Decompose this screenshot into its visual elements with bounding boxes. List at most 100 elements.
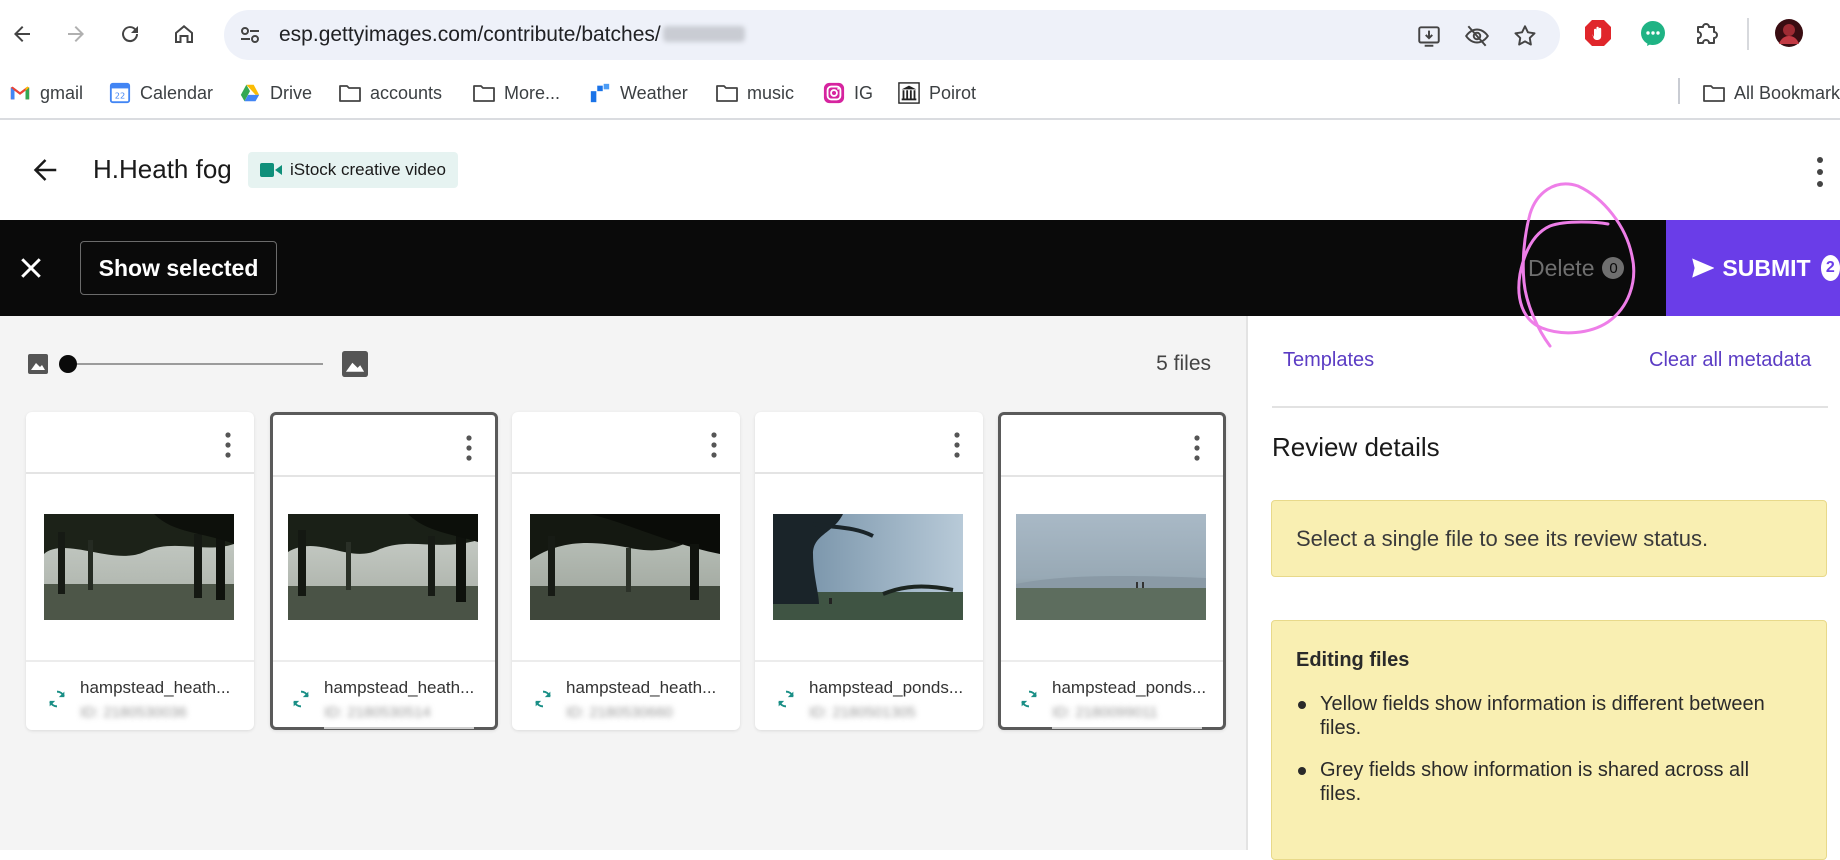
file-id-text: ID: 2180530514 — [324, 704, 431, 721]
card-menu-icon[interactable] — [1193, 435, 1201, 461]
file-id: ID: 2180099011 — [1052, 704, 1202, 729]
bookmark-gmail[interactable]: gmail — [8, 80, 83, 106]
card-menu-icon[interactable] — [465, 435, 473, 461]
more-options-icon[interactable] — [1810, 155, 1830, 189]
file-card[interactable]: hampstead_ponds... ID: 2180501305 — [755, 412, 983, 730]
bookmark-accounts[interactable]: accounts — [338, 80, 442, 106]
small-thumbnail-icon[interactable] — [28, 354, 48, 374]
back-icon[interactable] — [4, 16, 40, 52]
content-type-chip: iStock creative video — [248, 152, 458, 188]
review-status-message: Select a single file to see its review s… — [1296, 526, 1709, 551]
file-card[interactable]: hampstead_heath... ID: 2180530514 — [270, 412, 498, 730]
file-name: hampstead_ponds... — [1052, 678, 1207, 697]
gmail-icon — [8, 81, 32, 105]
bookmark-label: Calendar — [140, 82, 214, 103]
slider-thumb[interactable] — [59, 355, 77, 373]
delete-button[interactable]: Delete 0 — [1528, 248, 1625, 288]
bookmark-more[interactable]: More... — [472, 80, 560, 106]
all-bookmarks[interactable]: All Bookmarks — [1702, 80, 1840, 106]
video-thumbnail[interactable] — [288, 514, 478, 620]
file-id: ID: 2180501305 — [809, 704, 944, 721]
batch-header: H.Heath fog iStock creative video — [0, 122, 1840, 220]
submit-label: SUBMIT — [1722, 254, 1811, 281]
chat-extension-icon[interactable] — [1638, 18, 1668, 48]
weather-icon — [588, 81, 612, 105]
file-card[interactable]: hampstead_heath... ID: 2180530660 — [512, 412, 740, 730]
bookmark-label: Drive — [270, 82, 313, 103]
review-details-heading: Review details — [1272, 432, 1440, 462]
browser-toolbar: esp.gettyimages.com/contribute/batches/ — [0, 0, 1840, 70]
templates-link[interactable]: Templates — [1283, 349, 1374, 372]
file-id-text: ID: 2180530036 — [80, 704, 187, 721]
tracking-blocked-icon[interactable] — [1464, 23, 1490, 49]
site-settings-icon[interactable] — [238, 23, 262, 47]
card-menu-icon[interactable] — [710, 432, 718, 458]
bookmarks-separator — [1678, 78, 1680, 104]
show-selected-button[interactable]: Show selected — [80, 241, 277, 295]
submit-button[interactable]: SUBMIT 2 — [1666, 220, 1840, 316]
editing-hint-item: Grey fields show information is shared a… — [1296, 758, 1766, 806]
card-divider — [26, 660, 254, 662]
reload-icon[interactable] — [112, 16, 148, 52]
home-icon[interactable] — [166, 16, 202, 52]
card-header — [26, 412, 254, 474]
delete-label: Delete — [1528, 254, 1595, 281]
card-header — [755, 412, 983, 474]
video-thumbnail[interactable] — [530, 514, 720, 620]
video-thumbnail[interactable] — [773, 514, 963, 620]
install-app-icon[interactable] — [1416, 23, 1442, 49]
bookmark-poirot[interactable]: Poirot — [897, 80, 976, 106]
file-name: hampstead_heath... — [80, 678, 231, 697]
close-selection-icon[interactable] — [16, 253, 46, 283]
instagram-icon — [822, 81, 846, 105]
bookmark-music[interactable]: music — [715, 80, 794, 106]
bookmark-label: music — [747, 82, 795, 103]
card-menu-icon[interactable] — [953, 432, 961, 458]
bookmark-weather[interactable]: Weather — [588, 80, 688, 106]
bookmark-ig[interactable]: IG — [822, 80, 873, 106]
batch-title: H.Heath fog — [93, 154, 232, 184]
card-divider — [755, 660, 983, 662]
file-count: 5 files — [1156, 352, 1211, 375]
bookmark-label: accounts — [370, 82, 443, 103]
extensions-puzzle-icon[interactable] — [1692, 18, 1722, 48]
file-id: ID: 2180530660 — [566, 704, 701, 721]
folder-icon — [472, 81, 496, 105]
toolbar-separator — [1747, 18, 1749, 50]
forward-icon[interactable] — [58, 16, 94, 52]
bookmark-drive[interactable]: Drive — [238, 80, 312, 106]
folder-icon — [1702, 81, 1726, 105]
card-divider — [1001, 660, 1223, 662]
file-card[interactable]: hampstead_heath... ID: 2180530036 — [26, 412, 254, 730]
editing-files-title: Editing files — [1296, 649, 1410, 671]
editing-hint-item: Yellow fields show information is differ… — [1296, 692, 1766, 740]
delete-count-badge: 0 — [1602, 257, 1625, 279]
bookmark-star-icon[interactable] — [1512, 23, 1538, 49]
profile-avatar[interactable] — [1774, 18, 1804, 48]
file-card[interactable]: hampstead_ponds... ID: 2180099011 — [998, 412, 1226, 730]
drive-icon — [238, 81, 262, 105]
bookmark-label: Weather — [620, 82, 688, 103]
editing-hint-text: Grey fields show information is shared a… — [1320, 759, 1750, 805]
file-name: hampstead_ponds... — [809, 678, 964, 697]
folder-icon — [715, 81, 739, 105]
address-bar[interactable]: esp.gettyimages.com/contribute/batches/ — [224, 10, 1560, 60]
bookmark-label: All Bookmarks — [1734, 82, 1840, 103]
video-thumbnail[interactable] — [44, 514, 234, 620]
processing-sync-icon — [535, 690, 551, 708]
id-underline — [1052, 727, 1202, 729]
adblock-extension-icon[interactable] — [1583, 18, 1613, 48]
clear-all-metadata-link[interactable]: Clear all metadata — [1649, 349, 1811, 372]
card-menu-icon[interactable] — [224, 432, 232, 458]
large-thumbnail-icon[interactable] — [342, 351, 368, 377]
back-arrow-icon[interactable] — [30, 155, 60, 185]
thumbnail-size-slider[interactable] — [66, 363, 323, 365]
bullet-dot — [1298, 701, 1306, 709]
processing-sync-icon — [1021, 690, 1037, 708]
file-name: hampstead_heath... — [324, 678, 475, 697]
bookmark-label: More... — [504, 82, 561, 103]
bookmark-calendar[interactable]: 22 Calendar — [108, 80, 213, 106]
processing-sync-icon — [778, 690, 794, 708]
calendar-icon: 22 — [108, 81, 132, 105]
video-thumbnail[interactable] — [1016, 514, 1206, 620]
